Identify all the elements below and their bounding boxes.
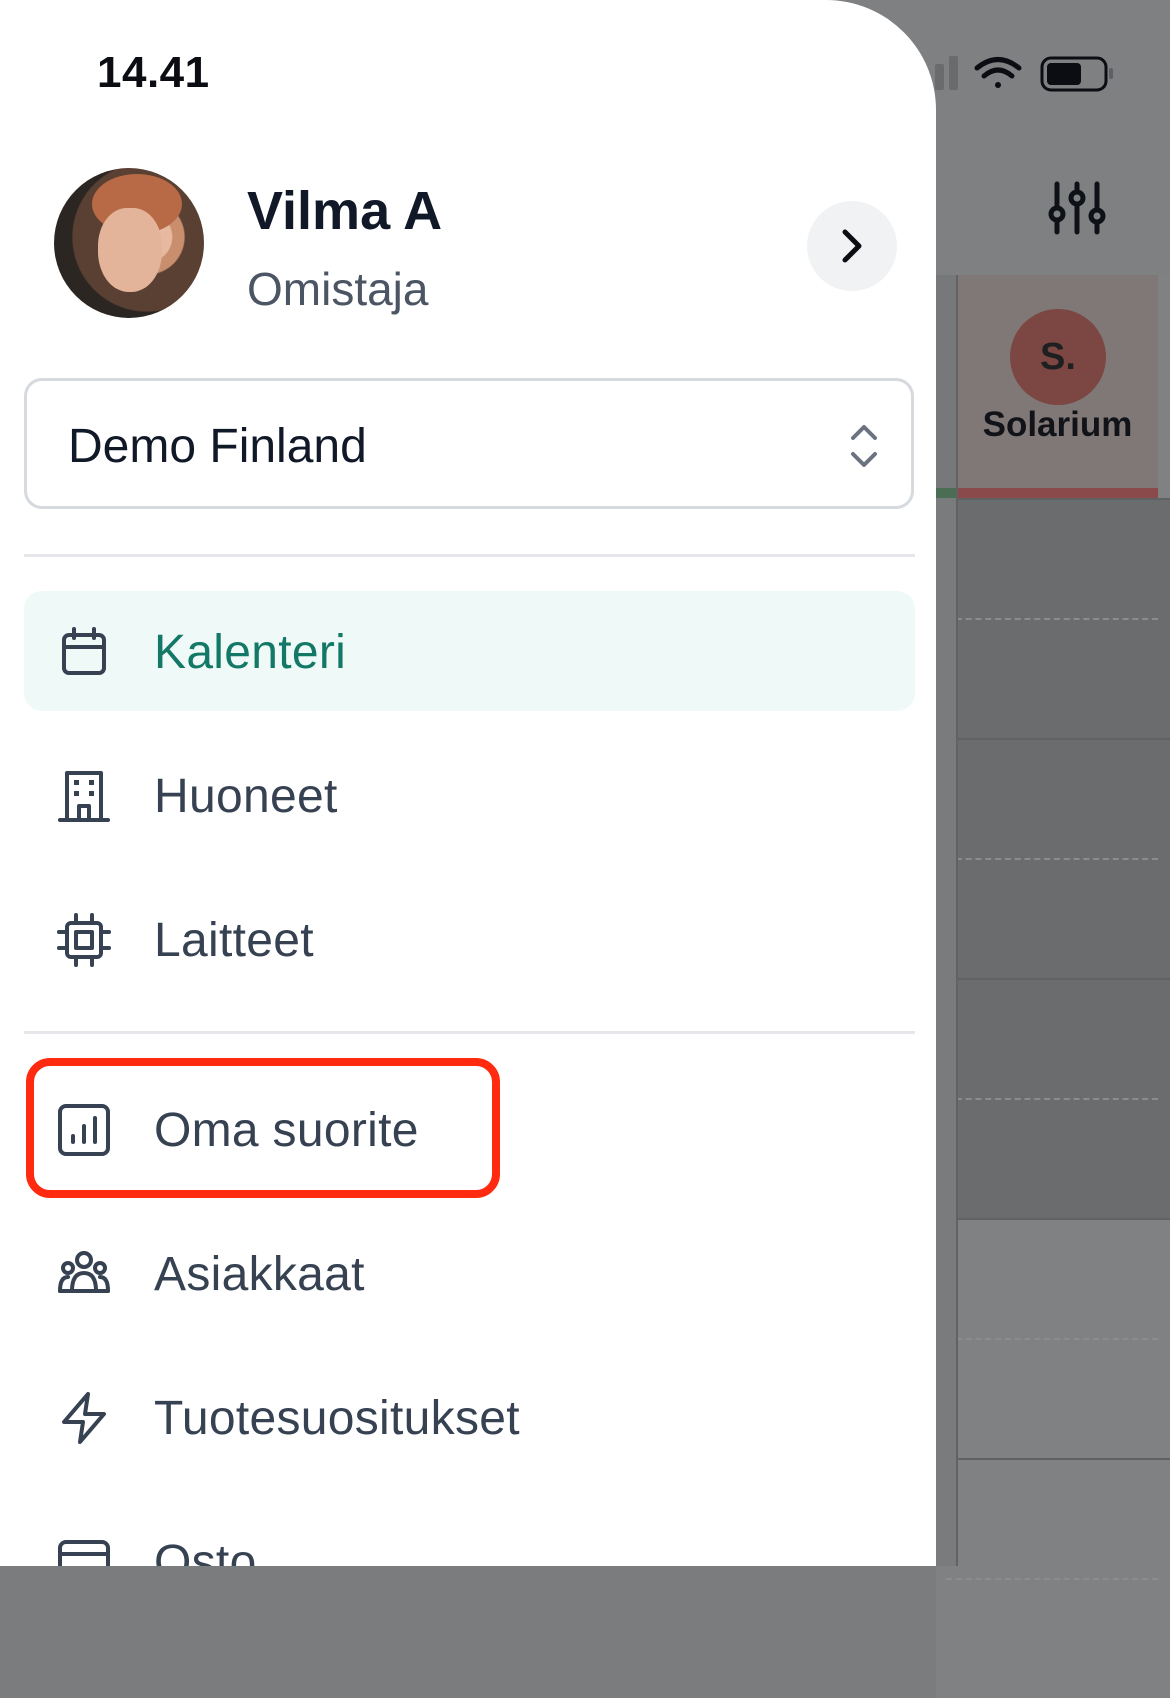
menu-item-label: Kalenteri bbox=[154, 626, 347, 679]
time-gutter bbox=[936, 498, 956, 1566]
menu-item-huoneet[interactable]: Huoneet bbox=[24, 735, 915, 855]
card-icon bbox=[58, 1540, 110, 1566]
chevron-right-icon bbox=[842, 229, 862, 263]
chip-icon bbox=[57, 913, 111, 967]
resource-stripe bbox=[957, 488, 1158, 498]
menu-item-label: Laitteet bbox=[154, 914, 314, 967]
menu-item-osto[interactable]: Osto bbox=[24, 1501, 915, 1566]
organization-select[interactable]: Demo Finland bbox=[24, 378, 914, 509]
menu-item-asiakkaat[interactable]: Asiakkaat bbox=[24, 1213, 915, 1333]
avatar[interactable] bbox=[54, 168, 204, 318]
chevron-up-down-icon bbox=[851, 425, 877, 467]
highlight-annotation bbox=[26, 1058, 500, 1198]
divider bbox=[24, 554, 915, 557]
time-slot bbox=[936, 498, 1170, 738]
menu-item-label: Huoneet bbox=[154, 770, 338, 823]
resource-column-left bbox=[936, 275, 957, 490]
battery-icon bbox=[1040, 56, 1113, 92]
column-divider bbox=[956, 275, 958, 1566]
organization-select-value: Demo Finland bbox=[68, 420, 367, 473]
menu-item-label: Tuotesuositukset bbox=[154, 1392, 520, 1445]
profile-open-button[interactable] bbox=[807, 201, 897, 291]
calendar-icon bbox=[62, 627, 106, 675]
time-slot bbox=[936, 738, 1170, 978]
resource-stripe bbox=[936, 488, 957, 498]
menu-item-kalenteri[interactable]: Kalenteri bbox=[24, 591, 915, 711]
menu-item-label: Osto bbox=[154, 1536, 257, 1566]
building-icon bbox=[58, 771, 110, 822]
resource-avatar: S. bbox=[1010, 309, 1106, 405]
menu-item-label: Asiakkaat bbox=[154, 1248, 365, 1301]
navigation-drawer: 14.41 Vilma A Omistaja Demo Finland Kale… bbox=[0, 0, 936, 1566]
menu-item-tuotesuositukset[interactable]: Tuotesuositukset bbox=[24, 1357, 915, 1477]
users-icon bbox=[58, 1251, 110, 1293]
time-slot bbox=[936, 978, 1170, 1218]
time-slot bbox=[936, 1458, 1170, 1698]
user-role: Omistaja bbox=[247, 263, 429, 315]
time-slot bbox=[936, 1218, 1170, 1458]
lightning-icon bbox=[62, 1392, 106, 1444]
status-icons bbox=[907, 56, 1113, 92]
status-time: 14.41 bbox=[97, 48, 210, 97]
filter-icon bbox=[1047, 178, 1107, 238]
resource-label: Solarium bbox=[982, 405, 1133, 444]
wifi-icon bbox=[974, 57, 1022, 88]
divider bbox=[24, 1031, 915, 1034]
user-name: Vilma A bbox=[247, 181, 443, 241]
menu-item-laitteet[interactable]: Laitteet bbox=[24, 879, 915, 999]
